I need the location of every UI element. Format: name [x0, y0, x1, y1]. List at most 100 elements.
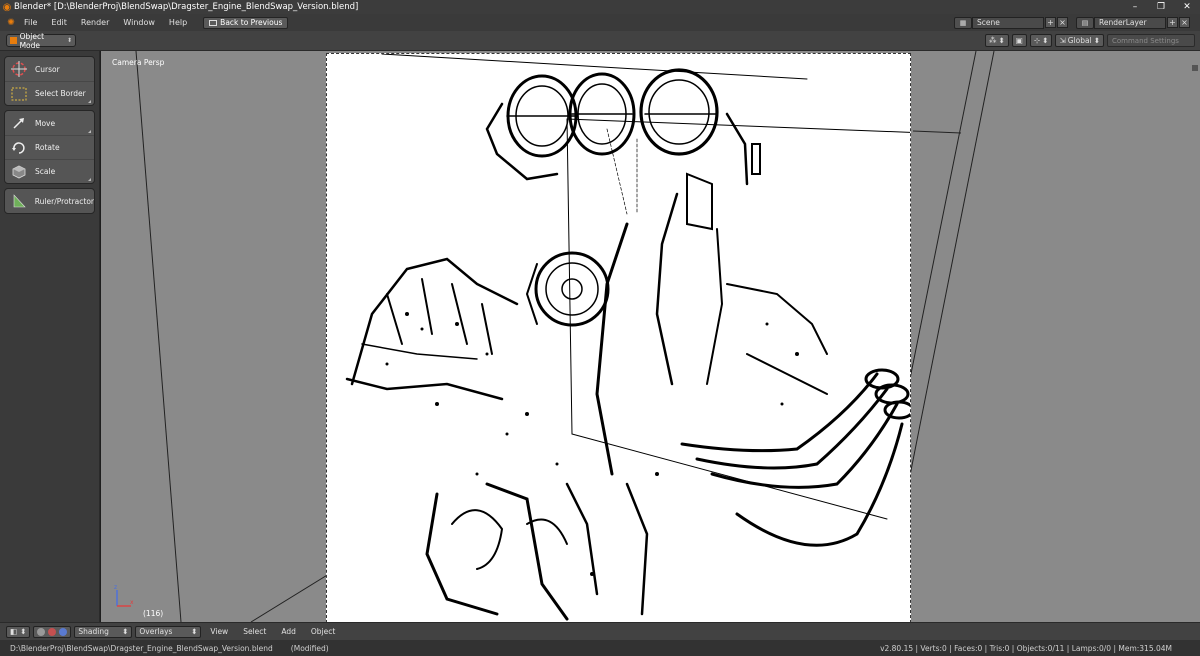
svg-text:z: z [114, 584, 117, 591]
shading-buttons[interactable] [33, 625, 72, 638]
remove-scene-button[interactable]: × [1057, 17, 1068, 28]
expand-corner-icon [88, 178, 91, 181]
tool-label: Cursor [35, 64, 60, 74]
back-to-previous-label: Back to Previous [220, 18, 283, 27]
viewport-icon: ◧ [10, 627, 18, 636]
shading-label: Shading [78, 627, 109, 636]
tool-label: Ruler/Protractor [34, 196, 94, 206]
pivot-icon: ⁂ [988, 36, 997, 45]
menu-select[interactable]: Select [237, 627, 272, 636]
tool-ruler[interactable]: Ruler/Protractor [5, 189, 94, 213]
menu-window[interactable]: Window [117, 18, 163, 27]
tool-scale[interactable]: Scale [5, 159, 94, 183]
camera-view-frame [326, 53, 911, 622]
chevron-updown-icon: ⬍ [20, 627, 27, 636]
renderlayer-selector: ▤ RenderLayer + × [1076, 16, 1190, 29]
menu-help[interactable]: Help [163, 18, 195, 27]
chevron-updown-icon: ⬍ [122, 627, 129, 636]
cursor-icon [9, 60, 29, 78]
back-to-previous-button[interactable]: Back to Previous [203, 16, 289, 29]
tool-rotate[interactable]: Rotate [5, 135, 94, 159]
select-tools-group: Cursor Select Border [4, 56, 95, 106]
scene-type-icon[interactable]: ▦ [954, 16, 972, 29]
viewport-footer: ◧ ⬍ Shading ⬍ Overlays ⬍ View Select Add … [0, 622, 1200, 640]
transform-tools-group: Move Rotate Scale [4, 110, 95, 184]
remove-renderlayer-button[interactable]: × [1179, 17, 1190, 28]
overlays-label: Overlays [139, 627, 173, 636]
chevron-updown-icon: ⬍ [66, 37, 72, 44]
renderlayer-type-icon[interactable]: ▤ [1076, 16, 1094, 29]
tool-label: Rotate [35, 143, 60, 152]
command-settings-field[interactable]: Command Settings [1107, 34, 1195, 47]
orientation-dropdown[interactable]: ⇲ Global ⬍ [1055, 34, 1104, 47]
rotate-icon [9, 139, 29, 157]
menu-view[interactable]: View [204, 627, 234, 636]
engine-line-render [345, 54, 910, 621]
shading-dropdown[interactable]: Shading ⬍ [74, 625, 133, 638]
window-controls: – ❐ ✕ [1122, 0, 1200, 14]
move-arrow-icon [9, 114, 29, 132]
pivot-dropdown[interactable]: ⁂ ⬍ [984, 34, 1009, 47]
object-cube-icon [10, 37, 17, 44]
modified-indicator: (Modified) [290, 643, 329, 653]
window-title: Blender* [D:\BlenderProj\BlendSwap\Drags… [14, 2, 359, 12]
measure-tools-group: Ruler/Protractor [4, 188, 95, 214]
tool-label: Select Border [35, 89, 86, 98]
close-button[interactable]: ✕ [1174, 0, 1200, 14]
scale-cube-icon [9, 163, 29, 181]
expand-corner-icon [88, 100, 91, 103]
3d-viewport[interactable]: Camera Persp z x (116) [101, 51, 1200, 622]
object-mode-dropdown[interactable]: Object Mode ⬍ [6, 31, 76, 50]
chevron-updown-icon: ⬍ [998, 36, 1005, 45]
editor-type-dropdown[interactable]: ◧ ⬍ [6, 625, 31, 638]
add-renderlayer-button[interactable]: + [1167, 17, 1178, 28]
snap-element-icon: ⊹ [1033, 36, 1041, 45]
menu-render[interactable]: Render [75, 18, 117, 27]
viewport-header: Object Mode ⬍ ⁂ ⬍ ▣ ⊹ ⬍ ⇲ Global ⬍ Command… [0, 31, 1200, 51]
window-titlebar: ◉ Blender* [D:\BlenderProj\BlendSwap\Dra… [0, 0, 1200, 14]
menu-object[interactable]: Object [305, 627, 341, 636]
orientation-icon: ⇲ [1059, 36, 1066, 45]
file-path: D:\BlenderProj\BlendSwap\Dragster_Engine… [10, 643, 273, 653]
menu-add[interactable]: Add [275, 627, 302, 636]
restore-button[interactable]: ❐ [1148, 0, 1174, 14]
renderlayer-name-field[interactable]: RenderLayer [1094, 16, 1166, 29]
chevron-updown-icon: ⬍ [1093, 36, 1100, 45]
command-settings-label: Command Settings [1112, 36, 1179, 45]
snap-element-dropdown[interactable]: ⊹ ⬍ [1029, 34, 1053, 47]
status-bar: D:\BlenderProj\BlendSwap\Dragster_Engine… [0, 640, 1200, 656]
svg-text:x: x [130, 599, 134, 606]
ruler-icon [9, 192, 29, 210]
chevron-updown-icon: ⬍ [1042, 36, 1049, 45]
tool-move[interactable]: Move [5, 111, 94, 135]
blender-menu-icon[interactable]: ✺ [4, 18, 18, 28]
menu-file[interactable]: File [18, 18, 45, 27]
blender-logo-icon: ◉ [2, 1, 12, 13]
material-shading-icon[interactable] [48, 627, 57, 636]
rendered-shading-icon[interactable] [59, 627, 68, 636]
tool-label: Scale [35, 167, 56, 176]
snap-icon: ▣ [1015, 36, 1023, 45]
select-border-icon [9, 85, 29, 103]
tool-select-border[interactable]: Select Border [5, 81, 94, 105]
frame-number: (116) [143, 609, 164, 618]
menu-edit[interactable]: Edit [45, 18, 75, 27]
scene-name-field[interactable]: Scene [972, 16, 1044, 29]
orientation-label: Global [1067, 36, 1092, 45]
screen-icon [209, 19, 218, 26]
axis-gizmo: z x [113, 584, 135, 612]
solid-shading-icon[interactable] [37, 627, 46, 636]
overlays-dropdown[interactable]: Overlays ⬍ [135, 625, 202, 638]
expand-corner-icon [88, 130, 91, 133]
snap-toggle[interactable]: ▣ [1011, 34, 1027, 47]
tool-shelf: Cursor Select Border Move Rotate Scale R… [0, 51, 100, 622]
scene-selector: ▦ Scene + × [954, 16, 1068, 29]
mode-label: Object Mode [19, 31, 45, 50]
region-toggle-icon[interactable] [1192, 65, 1198, 71]
minimize-button[interactable]: – [1122, 0, 1148, 14]
tool-cursor[interactable]: Cursor [5, 57, 94, 81]
add-scene-button[interactable]: + [1045, 17, 1056, 28]
stats-text: v2.80.15 | Verts:0 | Faces:0 | Tris:0 | … [880, 643, 1172, 653]
transform-tools: ⁂ ⬍ ▣ ⊹ ⬍ ⇲ Global ⬍ Command Settings [984, 34, 1195, 47]
tool-label: Move [35, 118, 56, 128]
